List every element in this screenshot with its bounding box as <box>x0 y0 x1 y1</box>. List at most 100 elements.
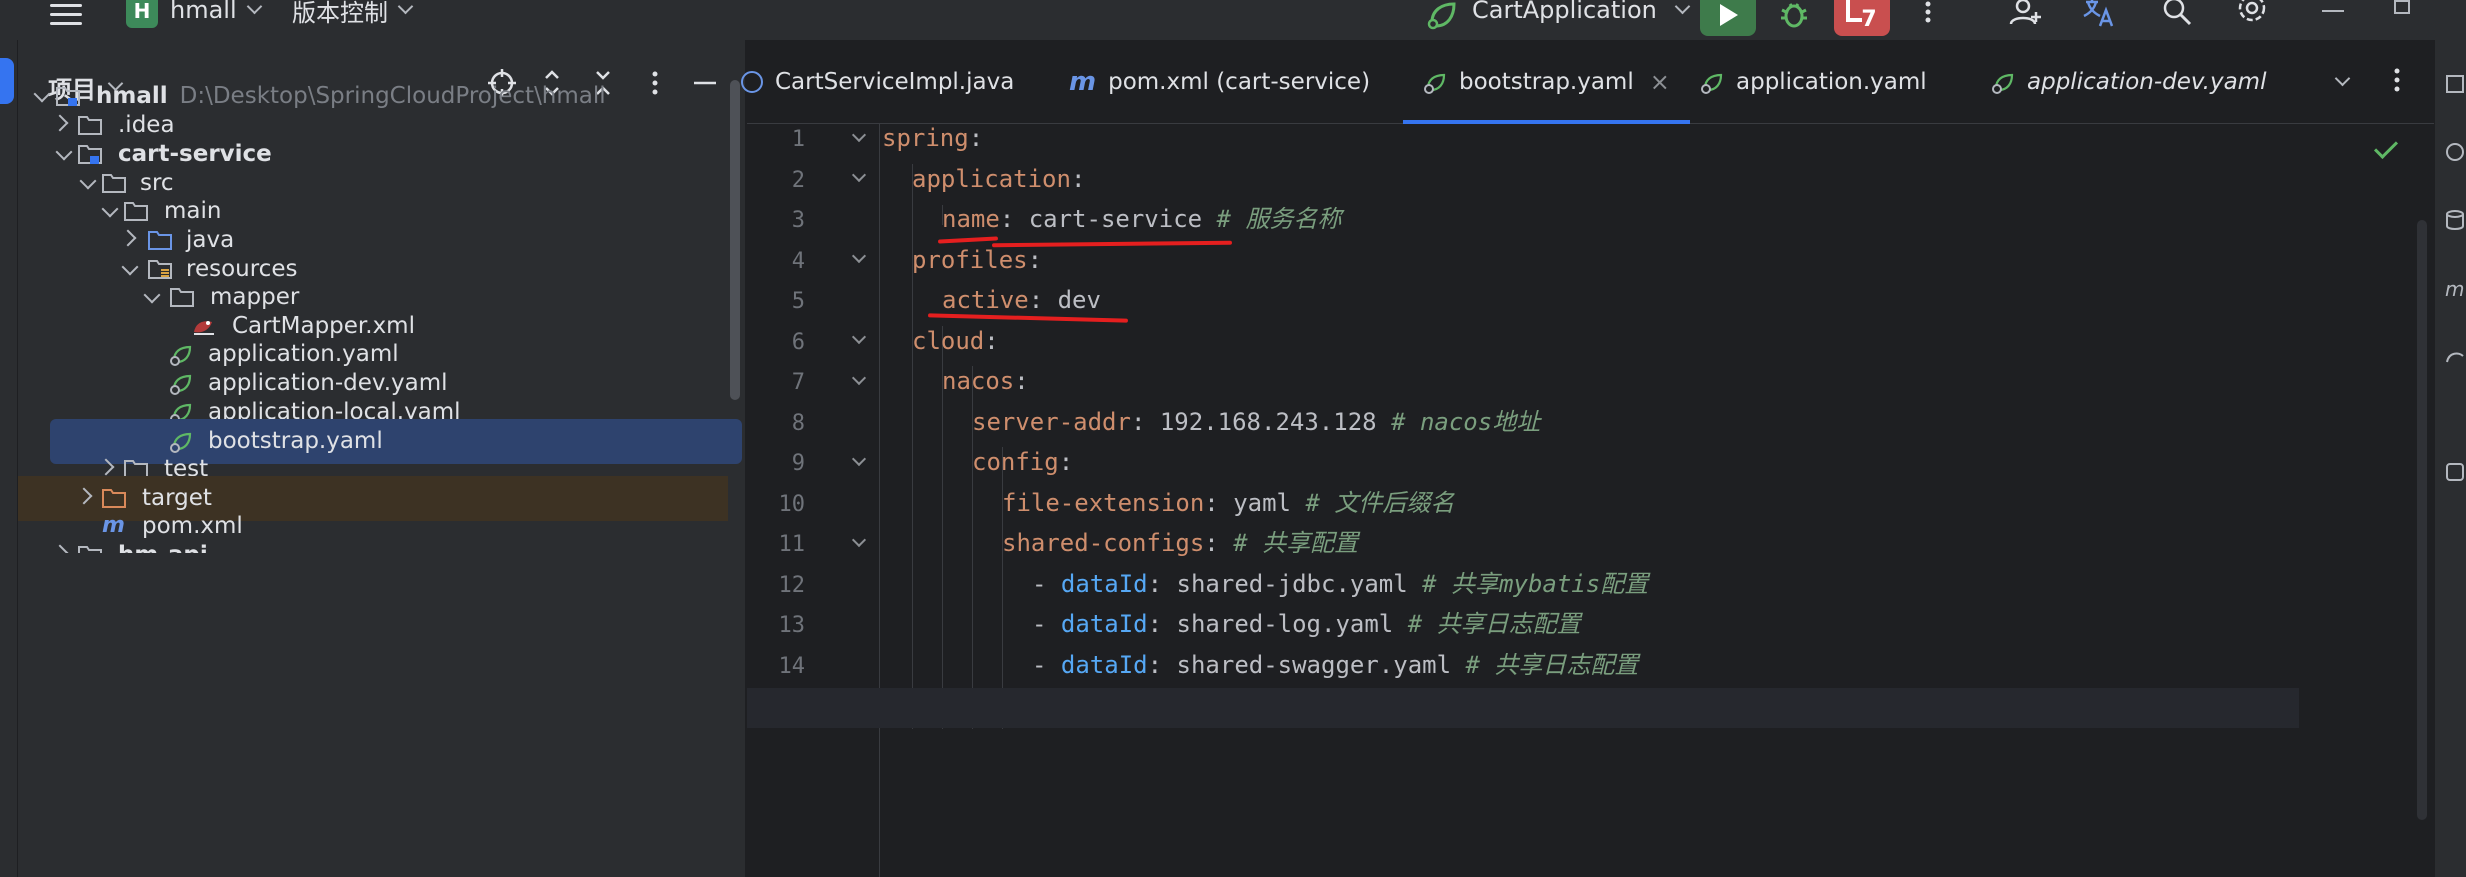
tab-pom-xml[interactable]: m pom.xml (cart-service) <box>1069 62 1370 102</box>
fold-chevron-icon[interactable] <box>851 167 867 183</box>
yaml-spring-icon <box>1700 69 1726 95</box>
fold-chevron-icon[interactable] <box>851 451 867 467</box>
project-scrollbar[interactable] <box>730 80 740 400</box>
chevron-down-icon[interactable] <box>101 200 119 218</box>
svg-text:m: m <box>2445 277 2464 300</box>
java-class-icon <box>739 69 765 95</box>
tab-cartserviceimpl-java[interactable]: CartServiceImpl.java <box>739 62 1014 102</box>
maven-icon[interactable]: m <box>2443 276 2466 301</box>
chevron-right-icon[interactable] <box>51 544 69 553</box>
fold-chevron-icon[interactable] <box>851 248 867 264</box>
yaml-comment: # nacos地址 <box>1391 408 1541 436</box>
yaml-value: cart-service <box>1028 205 1203 233</box>
yaml-key: profiles <box>912 246 1028 274</box>
line-number: 6 <box>791 330 805 355</box>
tab-application-yaml[interactable]: application.yaml <box>1700 62 1927 102</box>
fold-chevron-icon[interactable] <box>851 532 867 548</box>
yaml-value: 192.168.243.128 <box>1159 408 1377 436</box>
chevron-right-icon[interactable] <box>51 114 69 132</box>
search-icon[interactable] <box>2160 0 2196 34</box>
chevron-down-icon[interactable] <box>121 258 139 276</box>
yaml-comment: # 共享mybatis配置 <box>1422 570 1649 598</box>
code-line-15 <box>747 688 2299 728</box>
yaml-comment: # 共享日志配置 <box>1465 651 1639 679</box>
line-number: 12 <box>778 573 806 598</box>
vcs-label: 版本控制 <box>292 0 388 27</box>
vcs-menu[interactable]: 版本控制 <box>292 0 414 30</box>
code-line-8: server-addr: 192.168.243.128 # nacos地址 <box>972 408 1541 436</box>
yaml-value: yaml <box>1233 489 1291 517</box>
more-icon[interactable] <box>1910 0 1946 34</box>
line-number: 4 <box>791 249 805 274</box>
restore-icon[interactable] <box>2394 0 2410 14</box>
yaml-key: cloud <box>912 327 985 355</box>
chevron-right-icon[interactable] <box>119 229 137 247</box>
chevron-down-icon[interactable] <box>55 143 73 161</box>
yaml-key: dataId <box>1060 610 1148 638</box>
line-number-gutter[interactable]: 1 2 3 4 5 6 7 8 9 10 11 12 13 14 15 <box>747 124 881 877</box>
project-panel: 项目 hmall D:\Desktop\SpringCloudProject\hm… <box>18 40 746 877</box>
line-number: 9 <box>791 451 805 476</box>
project-badge[interactable]: H <box>126 0 158 28</box>
project-switcher[interactable]: hmall <box>170 0 262 30</box>
chevron-down-icon[interactable] <box>33 85 51 103</box>
fold-chevron-icon[interactable] <box>851 329 867 345</box>
settings-icon[interactable] <box>2234 0 2270 34</box>
yaml-value: shared-swagger.yaml <box>1176 651 1452 679</box>
yaml-comment: # 共享日志配置 <box>1407 610 1581 638</box>
line-number: 13 <box>778 613 806 638</box>
line-number: 2 <box>791 168 805 193</box>
code-line-7: nacos: <box>942 367 1029 395</box>
yaml-value: dev <box>1057 286 1101 314</box>
tree-item-hm-api[interactable]: hm-api <box>18 533 728 553</box>
chevron-down-icon[interactable] <box>79 172 97 190</box>
fold-chevron-icon[interactable] <box>851 127 867 143</box>
code-line-6: cloud: <box>912 327 999 355</box>
module-icon <box>76 541 104 553</box>
project-tool-button[interactable] <box>0 58 14 104</box>
code-line-9: config: <box>972 448 1074 476</box>
yaml-key: active <box>942 286 1029 314</box>
minimize-icon[interactable] <box>2322 10 2344 12</box>
gradle-icon[interactable] <box>2443 344 2466 368</box>
tab-application-dev-yaml[interactable]: application-dev.yaml <box>1991 62 2266 102</box>
notifications-icon[interactable] <box>2443 72 2466 96</box>
line-number: 14 <box>778 654 806 679</box>
editor-scrollbar[interactable] <box>2417 220 2427 820</box>
code-line-3: name: cart-service # 服务名称 <box>942 205 1342 233</box>
database-icon[interactable] <box>2443 208 2466 232</box>
yaml-key: spring <box>882 124 969 152</box>
line-number: 8 <box>791 411 805 436</box>
code-area[interactable]: spring: application: name: cart-service … <box>747 124 2434 877</box>
yaml-comment: # 共享配置 <box>1233 529 1359 557</box>
right-tool-strip: m <box>2434 40 2466 877</box>
editor: CartServiceImpl.java m pom.xml (cart-ser… <box>741 40 2434 877</box>
fold-chevron-icon[interactable] <box>851 370 867 386</box>
stop-button[interactable]: 7 <box>1834 0 1890 36</box>
tab-label: application-dev.yaml <box>2027 69 2267 95</box>
line-number: 3 <box>791 208 805 233</box>
chevron-down-icon[interactable] <box>143 286 161 304</box>
structure-icon[interactable] <box>2443 460 2466 484</box>
yaml-key: config <box>972 448 1059 476</box>
tab-list-chevron-icon[interactable] <box>2334 62 2351 102</box>
add-user-icon[interactable] <box>2008 0 2044 34</box>
left-tool-strip <box>0 40 18 877</box>
yaml-comment: # 文件后缀名 <box>1305 489 1455 517</box>
hamburger-icon[interactable] <box>50 4 82 26</box>
close-icon[interactable]: × <box>1650 68 1670 96</box>
chevron-down-icon <box>397 0 414 14</box>
debug-icon[interactable] <box>1776 0 1812 32</box>
more-icon[interactable] <box>2387 60 2407 100</box>
run-config-selector[interactable]: CartApplication <box>1472 0 1691 30</box>
assistant-icon[interactable] <box>2443 140 2466 164</box>
translate-icon[interactable] <box>2082 0 2118 34</box>
yaml-key: dataId <box>1060 651 1148 679</box>
chevron-right-icon[interactable] <box>97 458 115 476</box>
chevron-right-icon[interactable] <box>75 487 93 505</box>
tab-bootstrap-yaml[interactable]: bootstrap.yaml × <box>1403 62 1690 124</box>
run-button[interactable] <box>1700 0 1756 36</box>
run-config-name: CartApplication <box>1472 0 1657 24</box>
yaml-spring-icon <box>1991 69 2017 95</box>
problems-count: 7 <box>1861 7 1877 32</box>
